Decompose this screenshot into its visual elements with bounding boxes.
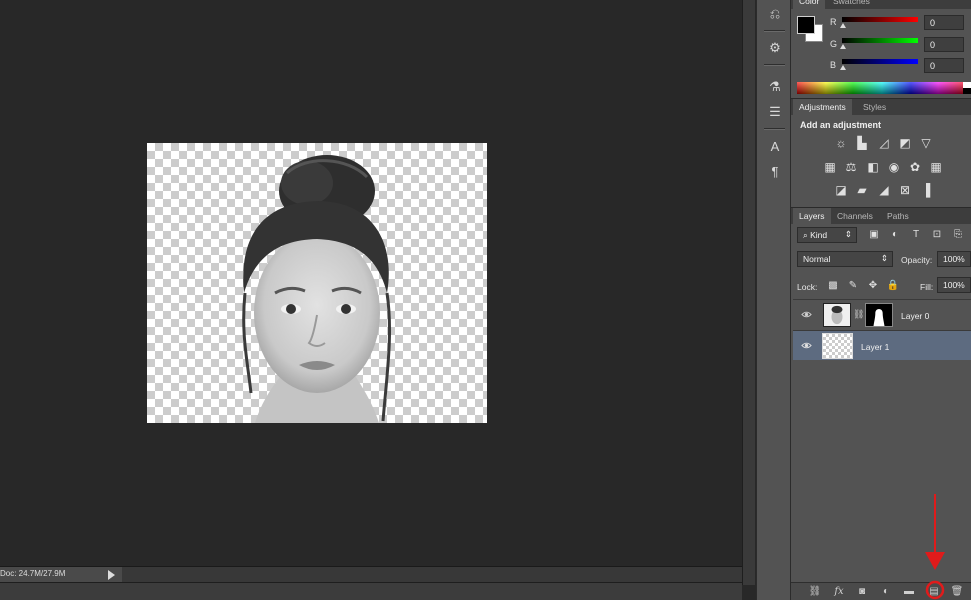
visibility-eye-icon[interactable] xyxy=(801,340,812,351)
exposure-icon[interactable]: ◩ xyxy=(897,136,913,151)
levels-icon[interactable]: ▙ xyxy=(854,136,870,151)
tab-adjustments[interactable]: Adjustments xyxy=(793,99,852,116)
tool-divider xyxy=(764,64,785,66)
blue-channel-label: B xyxy=(830,60,837,70)
posterize-icon[interactable]: ▰ xyxy=(854,183,870,198)
black-white-ramp[interactable] xyxy=(963,82,971,94)
brightness-contrast-icon[interactable]: ☼ xyxy=(833,136,849,151)
add-adjustment-title: Add an adjustment xyxy=(800,120,882,130)
new-group-icon[interactable]: ▬ xyxy=(902,585,916,599)
new-adjustment-layer-icon[interactable]: ◐ xyxy=(879,585,893,599)
properties-icon[interactable]: ⚙ xyxy=(765,38,785,58)
brush-presets-icon[interactable]: ⚗ xyxy=(765,77,785,97)
paragraph-icon[interactable]: ¶ xyxy=(765,162,785,182)
layer-filter-select[interactable]: ⌕ Kind ⇕ xyxy=(797,227,857,243)
tab-swatches[interactable]: Swatches xyxy=(827,0,876,10)
opacity-label: Opacity: xyxy=(901,255,933,265)
curves-icon[interactable]: ◿ xyxy=(876,136,892,151)
lock-label: Lock: xyxy=(797,282,818,292)
layer-mask-thumbnail[interactable] xyxy=(865,303,893,327)
color-balance-icon[interactable]: ⚖ xyxy=(843,160,859,175)
tab-layers[interactable]: Layers xyxy=(793,208,831,225)
photo-filter-icon[interactable]: ◉ xyxy=(886,160,902,175)
fill-label: Fill: xyxy=(920,282,934,292)
gradient-map-icon[interactable]: ▐ xyxy=(918,183,934,198)
threshold-icon[interactable]: ◢ xyxy=(876,183,892,198)
smart-object-filter-icon[interactable]: ⎘ xyxy=(951,228,965,242)
chevron-updown-icon: ⇕ xyxy=(844,229,852,239)
green-slider-thumb[interactable] xyxy=(840,44,846,49)
blend-mode-value: Normal xyxy=(803,254,831,264)
mask-link-icon[interactable]: ⛓ xyxy=(853,309,864,320)
layer-name[interactable]: Layer 1 xyxy=(861,342,889,352)
status-bar: Doc: 24.7M/27.9M xyxy=(0,566,742,582)
blue-value-field[interactable]: 0 xyxy=(924,58,964,73)
red-channel-slider[interactable] xyxy=(842,17,918,22)
annotation-arrow-icon xyxy=(925,494,945,600)
red-value-field[interactable]: 0 xyxy=(924,15,964,30)
vibrance-icon[interactable]: ▽ xyxy=(918,136,934,151)
panel-tool-strip: ⎌ ⚙ ⚗ ☰ A ¶ xyxy=(756,0,791,600)
black-white-icon[interactable]: ◧ xyxy=(865,160,881,175)
lock-image-pixels-icon[interactable]: ✎ xyxy=(846,279,860,293)
shape-filter-icon[interactable]: ⊡ xyxy=(930,228,944,242)
adjustment-filter-icon[interactable]: ◐ xyxy=(888,228,902,242)
doc-size-readout: Doc: 24.7M/27.9M xyxy=(0,567,122,582)
blue-channel-slider[interactable] xyxy=(842,59,918,64)
link-layers-icon[interactable]: ⛓ xyxy=(808,585,822,599)
portrait-image xyxy=(242,155,392,423)
pixel-filter-icon[interactable]: ▣ xyxy=(867,228,881,242)
tab-channels[interactable]: Channels xyxy=(831,208,879,225)
layer-row-layer-0[interactable]: ⛓ Layer 0 xyxy=(793,299,971,329)
add-layer-style-icon[interactable]: fx xyxy=(832,585,846,599)
add-mask-icon[interactable]: ◙ xyxy=(855,585,869,599)
horizontal-scrollbar[interactable] xyxy=(0,582,742,600)
color-spectrum-ramp[interactable] xyxy=(797,82,967,94)
layer-row-layer-1[interactable]: Layer 1 xyxy=(793,330,971,360)
fill-field[interactable]: 100% xyxy=(937,277,971,293)
character-icon[interactable]: A xyxy=(765,137,785,157)
tool-divider xyxy=(764,128,785,130)
color-panel-tabs: Color Swatches xyxy=(791,0,971,10)
filter-kind-value: Kind xyxy=(810,230,828,240)
tool-presets-icon[interactable]: ☰ xyxy=(765,102,785,122)
tool-divider xyxy=(764,30,785,32)
opacity-field[interactable]: 100% xyxy=(937,251,971,267)
green-value-field[interactable]: 0 xyxy=(924,37,964,52)
lock-all-icon[interactable]: 🔒 xyxy=(886,279,900,293)
layer-thumbnail xyxy=(823,303,851,327)
visibility-eye-icon[interactable] xyxy=(801,309,812,320)
tab-styles[interactable]: Styles xyxy=(857,99,892,116)
status-menu-arrow-icon[interactable] xyxy=(108,570,115,580)
history-icon[interactable]: ⎌ xyxy=(765,4,785,24)
type-filter-icon[interactable]: T xyxy=(909,228,923,242)
adjustments-panel-tabs: Adjustments Styles xyxy=(791,98,971,116)
invert-icon[interactable]: ◪ xyxy=(833,183,849,198)
chevron-updown-icon: ⇕ xyxy=(880,253,888,263)
layer-thumbnail xyxy=(822,333,853,359)
green-channel-label: G xyxy=(830,39,838,49)
layers-panel-tabs: Layers Channels Paths xyxy=(791,207,971,225)
green-channel-slider[interactable] xyxy=(842,38,918,43)
channel-mixer-icon[interactable]: ✿ xyxy=(907,160,923,175)
blue-slider-thumb[interactable] xyxy=(840,65,846,70)
red-slider-thumb[interactable] xyxy=(840,23,846,28)
document-workspace[interactable] xyxy=(0,0,742,566)
vertical-scrollbar[interactable] xyxy=(742,0,755,585)
selective-color-icon[interactable]: ⊠ xyxy=(897,183,913,198)
document-canvas[interactable] xyxy=(147,143,487,423)
color-lookup-icon[interactable]: ▦ xyxy=(928,160,944,175)
layer-name[interactable]: Layer 0 xyxy=(901,311,929,321)
foreground-color-swatch[interactable] xyxy=(797,16,815,34)
blend-mode-select[interactable]: Normal ⇕ xyxy=(797,251,893,267)
red-channel-label: R xyxy=(830,17,837,27)
tab-paths[interactable]: Paths xyxy=(881,208,915,225)
lock-position-icon[interactable]: ✥ xyxy=(866,279,880,293)
hue-saturation-icon[interactable]: ▦ xyxy=(822,160,838,175)
lock-transparent-pixels-icon[interactable]: ▩ xyxy=(826,279,840,293)
tab-color[interactable]: Color xyxy=(793,0,826,10)
